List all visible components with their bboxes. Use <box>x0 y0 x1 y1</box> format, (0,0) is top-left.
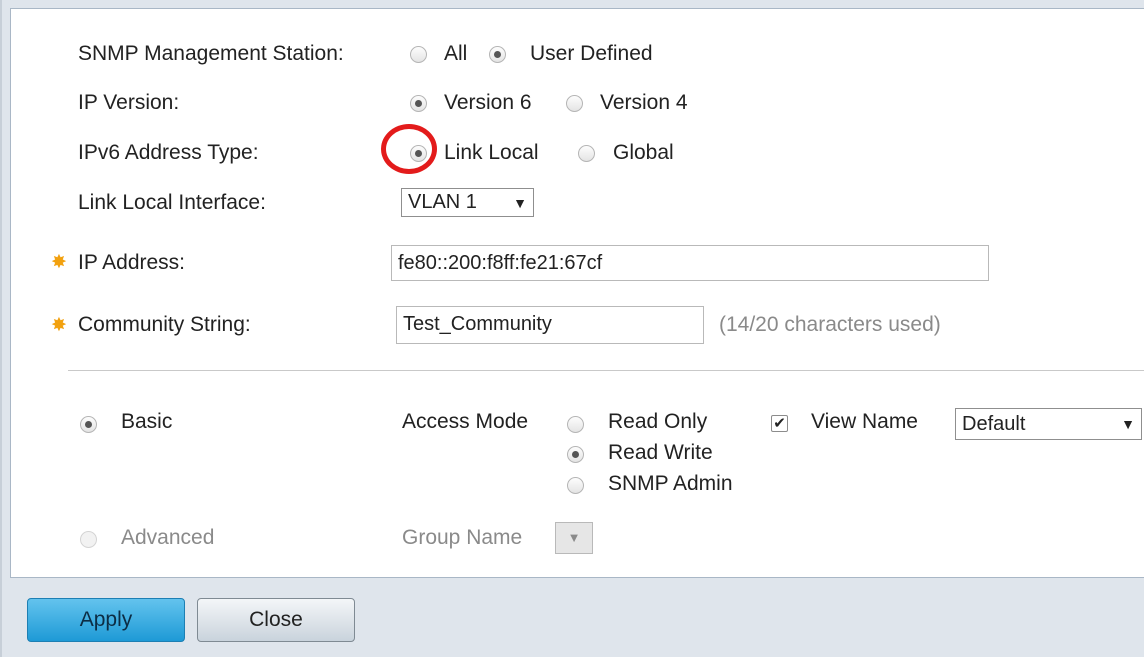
ipv6-address-type-label: IPv6 Address Type: <box>78 141 259 164</box>
group-name-select[interactable]: ▼ <box>555 522 593 554</box>
ip-version-label: IP Version: <box>78 91 180 114</box>
highlight-circle-annotation <box>381 124 437 174</box>
ip-version-6-radio[interactable] <box>410 95 427 112</box>
view-name-checkbox[interactable]: ✔ <box>771 415 788 432</box>
dropdown-arrow-icon: ▼ <box>1121 416 1135 432</box>
section-divider <box>68 370 1144 371</box>
access-mode-read-only-label: Read Only <box>608 410 708 433</box>
snmp-station-user-defined-label: User Defined <box>530 42 653 65</box>
ip-address-value: fe80::200:f8ff:fe21:67cf <box>398 252 603 274</box>
access-mode-label: Access Mode <box>402 410 529 433</box>
access-mode-snmp-admin-radio[interactable] <box>567 477 584 494</box>
ipv6-type-global-radio[interactable] <box>578 145 595 162</box>
access-mode-snmp-admin-label: SNMP Admin <box>608 472 733 495</box>
community-string-char-count: (14/20 characters used) <box>719 313 941 336</box>
required-star-icon: ✸ <box>51 252 67 273</box>
apply-button[interactable]: Apply <box>27 598 185 642</box>
basic-label: Basic <box>121 410 173 433</box>
dropdown-arrow-icon: ▼ <box>567 530 581 545</box>
ip-version-4-label: Version 4 <box>600 91 688 114</box>
ip-address-label: IP Address: <box>78 251 186 274</box>
advanced-label: Advanced <box>121 526 215 549</box>
ipv6-type-link-local-label: Link Local <box>444 141 539 164</box>
ip-version-4-radio[interactable] <box>566 95 583 112</box>
required-star-icon: ✸ <box>51 315 67 336</box>
close-button[interactable]: Close <box>197 598 355 642</box>
view-name-label: View Name <box>811 410 918 433</box>
ip-version-6-label: Version 6 <box>444 91 532 114</box>
link-local-interface-select[interactable]: VLAN 1 ▼ <box>401 188 534 217</box>
dropdown-arrow-icon: ▼ <box>513 194 527 211</box>
ipv6-type-global-label: Global <box>613 141 674 164</box>
access-mode-read-only-radio[interactable] <box>567 416 584 433</box>
view-name-select[interactable]: Default ▼ <box>955 408 1142 440</box>
community-string-input[interactable]: Test_Community <box>396 306 704 344</box>
community-string-value: Test_Community <box>403 313 552 335</box>
access-mode-read-write-label: Read Write <box>608 441 713 464</box>
access-mode-read-write-radio[interactable] <box>567 446 584 463</box>
view-name-value: Default <box>962 412 1026 435</box>
snmp-station-user-defined-radio[interactable] <box>489 46 506 63</box>
community-string-label: Community String: <box>78 313 251 336</box>
link-local-interface-label: Link Local Interface: <box>78 191 266 214</box>
advanced-radio[interactable] <box>80 531 97 548</box>
ip-address-input[interactable]: fe80::200:f8ff:fe21:67cf <box>391 245 989 281</box>
group-name-label: Group Name <box>402 526 523 549</box>
snmp-station-all-label: All <box>444 42 468 65</box>
basic-radio[interactable] <box>80 416 97 433</box>
snmp-station-all-radio[interactable] <box>410 46 427 63</box>
link-local-interface-value: VLAN 1 <box>408 191 477 213</box>
snmp-station-label: SNMP Management Station: <box>78 42 344 65</box>
window-left-edge <box>0 0 2 657</box>
